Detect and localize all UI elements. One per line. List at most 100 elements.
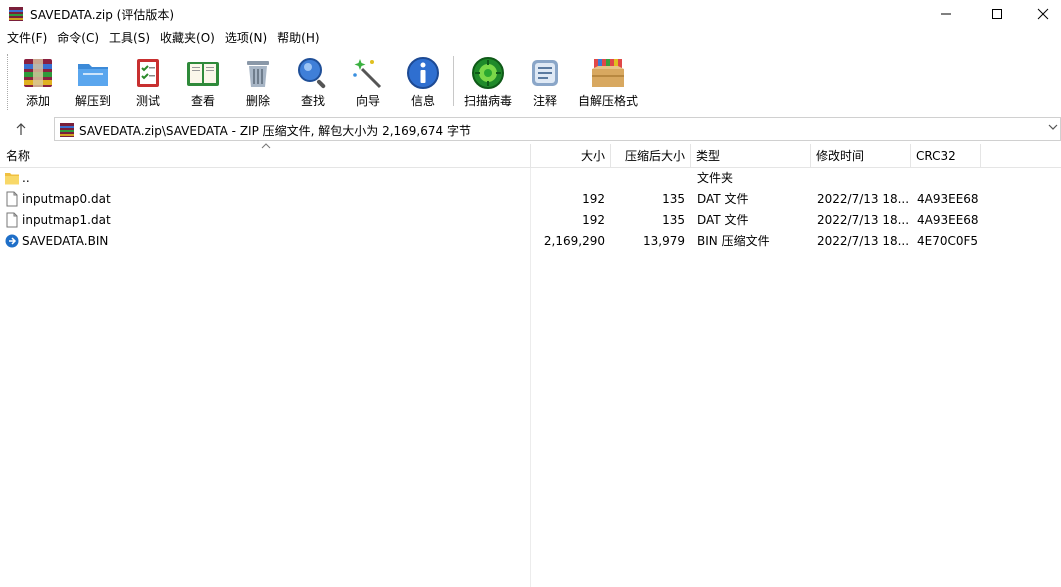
- delete-button[interactable]: 删除: [229, 53, 287, 111]
- extract-to-button[interactable]: 解压到: [64, 53, 122, 111]
- menu-options[interactable]: 选项(N): [220, 28, 272, 48]
- sort-ascending-icon: [261, 141, 271, 152]
- maximize-icon: [992, 9, 1002, 19]
- column-name-label: 名称: [6, 149, 31, 163]
- bin-file-icon: [5, 234, 19, 248]
- column-crc-label: CRC32: [916, 149, 956, 163]
- comment-button[interactable]: 注释: [516, 53, 574, 111]
- column-header-packed-size[interactable]: 压缩后大小: [611, 144, 691, 168]
- column-header-crc32[interactable]: CRC32: [911, 144, 981, 168]
- test-button[interactable]: 测试: [119, 53, 177, 111]
- column-headers: 名称 大小 压缩后大小 类型 修改时间 CRC32: [0, 141, 1061, 168]
- menu-file[interactable]: 文件(F): [2, 28, 52, 48]
- virus-scan-icon: [472, 57, 504, 89]
- toolbar-separator: [453, 56, 454, 106]
- archive-icon: [60, 123, 74, 137]
- find-label: 查找: [300, 94, 325, 108]
- file-type: DAT 文件: [697, 213, 749, 227]
- file-modified: 2022/7/13 18...: [817, 234, 910, 248]
- table-row[interactable]: inputmap0.dat 192 135 DAT 文件 2022/7/13 1…: [0, 189, 1061, 210]
- file-type: 文件夹: [697, 171, 734, 185]
- table-row[interactable]: inputmap1.dat 192 135 DAT 文件 2022/7/13 1…: [0, 210, 1061, 231]
- column-type-label: 类型: [696, 149, 721, 163]
- file-crc: 4A93EE68: [917, 192, 979, 206]
- file-size: 192: [582, 213, 605, 227]
- extract-to-folder-icon: [78, 64, 108, 86]
- column-header-type[interactable]: 类型: [691, 144, 811, 168]
- file-type: DAT 文件: [697, 192, 749, 206]
- file-modified: 2022/7/13 18...: [817, 213, 910, 227]
- view-label: 查看: [190, 94, 215, 108]
- column-size-label: 大小: [580, 149, 605, 163]
- column-packed-label: 压缩后大小: [624, 149, 685, 163]
- file-name: inputmap1.dat: [22, 213, 111, 227]
- address-row: SAVEDATA.zip\SAVEDATA - ZIP 压缩文件, 解包大小为 …: [0, 116, 1061, 142]
- delete-label: 删除: [245, 94, 270, 108]
- view-button[interactable]: 查看: [174, 53, 232, 111]
- add-button[interactable]: 添加: [9, 53, 67, 111]
- close-icon: [1037, 8, 1049, 20]
- maximize-button[interactable]: [974, 0, 1020, 28]
- file-crc: 4E70C0F5: [917, 234, 979, 248]
- wizard-wand-icon: [353, 59, 382, 89]
- column-header-size[interactable]: 大小: [531, 144, 611, 168]
- file-crc: 4A93EE68: [917, 213, 979, 227]
- file-size: [531, 168, 605, 189]
- sfx-button[interactable]: 自解压格式: [575, 53, 641, 111]
- chevron-down-icon[interactable]: [1048, 122, 1058, 135]
- address-bar[interactable]: SAVEDATA.zip\SAVEDATA - ZIP 压缩文件, 解包大小为 …: [54, 117, 1061, 141]
- column-header-modified[interactable]: 修改时间: [811, 144, 911, 168]
- address-path: SAVEDATA.zip\SAVEDATA - ZIP 压缩文件, 解包大小为 …: [79, 124, 471, 138]
- sfx-label: 自解压格式: [577, 94, 638, 108]
- file-icon: [6, 212, 18, 228]
- table-row[interactable]: .. 文件夹: [0, 168, 1061, 189]
- title-bar: SAVEDATA.zip (评估版本): [0, 0, 1061, 28]
- file-size: 192: [582, 192, 605, 206]
- test-label: 测试: [135, 94, 160, 108]
- file-packed-size: [611, 168, 685, 189]
- file-size: 2,169,290: [543, 234, 605, 248]
- arrow-up-icon: [16, 123, 26, 135]
- menu-tools[interactable]: 工具(S): [104, 28, 155, 48]
- file-type: BIN 压缩文件: [697, 234, 770, 248]
- file-name: SAVEDATA.BIN: [22, 234, 109, 248]
- menu-bar: 文件(F) 命令(C) 工具(S) 收藏夹(O) 选项(N) 帮助(H): [0, 28, 325, 48]
- comment-icon: [532, 60, 558, 86]
- delete-trash-icon: [247, 61, 269, 87]
- comment-label: 注释: [532, 94, 557, 108]
- info-icon: [407, 57, 439, 89]
- file-modified: 2022/7/13 18...: [817, 192, 910, 206]
- wizard-button[interactable]: 向导: [339, 53, 397, 111]
- test-checklist-icon: [137, 59, 159, 87]
- minimize-icon: [941, 13, 951, 15]
- add-label: 添加: [25, 94, 50, 108]
- file-name: inputmap0.dat: [22, 192, 111, 206]
- window-title: SAVEDATA.zip (评估版本): [30, 8, 175, 22]
- find-button[interactable]: 查找: [284, 53, 342, 111]
- table-row[interactable]: SAVEDATA.BIN 2,169,290 13,979 BIN 压缩文件 2…: [0, 231, 1061, 252]
- virus-scan-label: 扫描病毒: [463, 94, 512, 108]
- menu-commands[interactable]: 命令(C): [52, 28, 104, 48]
- minimize-button[interactable]: [923, 0, 969, 28]
- column-modified-label: 修改时间: [816, 149, 865, 163]
- virus-scan-button[interactable]: 扫描病毒: [459, 53, 517, 111]
- find-magnifier-icon: [298, 58, 326, 89]
- close-button[interactable]: [1020, 0, 1061, 28]
- file-icon: [6, 191, 18, 207]
- file-list: .. 文件夹 inputmap0.dat 192 135 DAT 文件 2022…: [0, 168, 1061, 587]
- extract-to-label: 解压到: [74, 94, 111, 108]
- file-packed-size: 135: [662, 213, 685, 227]
- sfx-boxes-icon: [592, 59, 624, 87]
- file-packed-size: 13,979: [643, 234, 685, 248]
- up-one-level-button[interactable]: [8, 118, 34, 140]
- wizard-label: 向导: [355, 94, 380, 108]
- folder-up-icon: [5, 173, 19, 185]
- info-button[interactable]: 信息: [394, 53, 452, 111]
- menu-favorites[interactable]: 收藏夹(O): [155, 28, 220, 48]
- file-name: ..: [22, 171, 30, 185]
- toolbar: 添加 解压到 测试 查看 删除 查找 向导 信息 扫描病毒 注释 自解压格式: [0, 50, 1061, 114]
- file-packed-size: 135: [662, 192, 685, 206]
- info-label: 信息: [410, 94, 435, 108]
- menu-help[interactable]: 帮助(H): [272, 28, 324, 48]
- winrar-app-icon: [9, 7, 23, 21]
